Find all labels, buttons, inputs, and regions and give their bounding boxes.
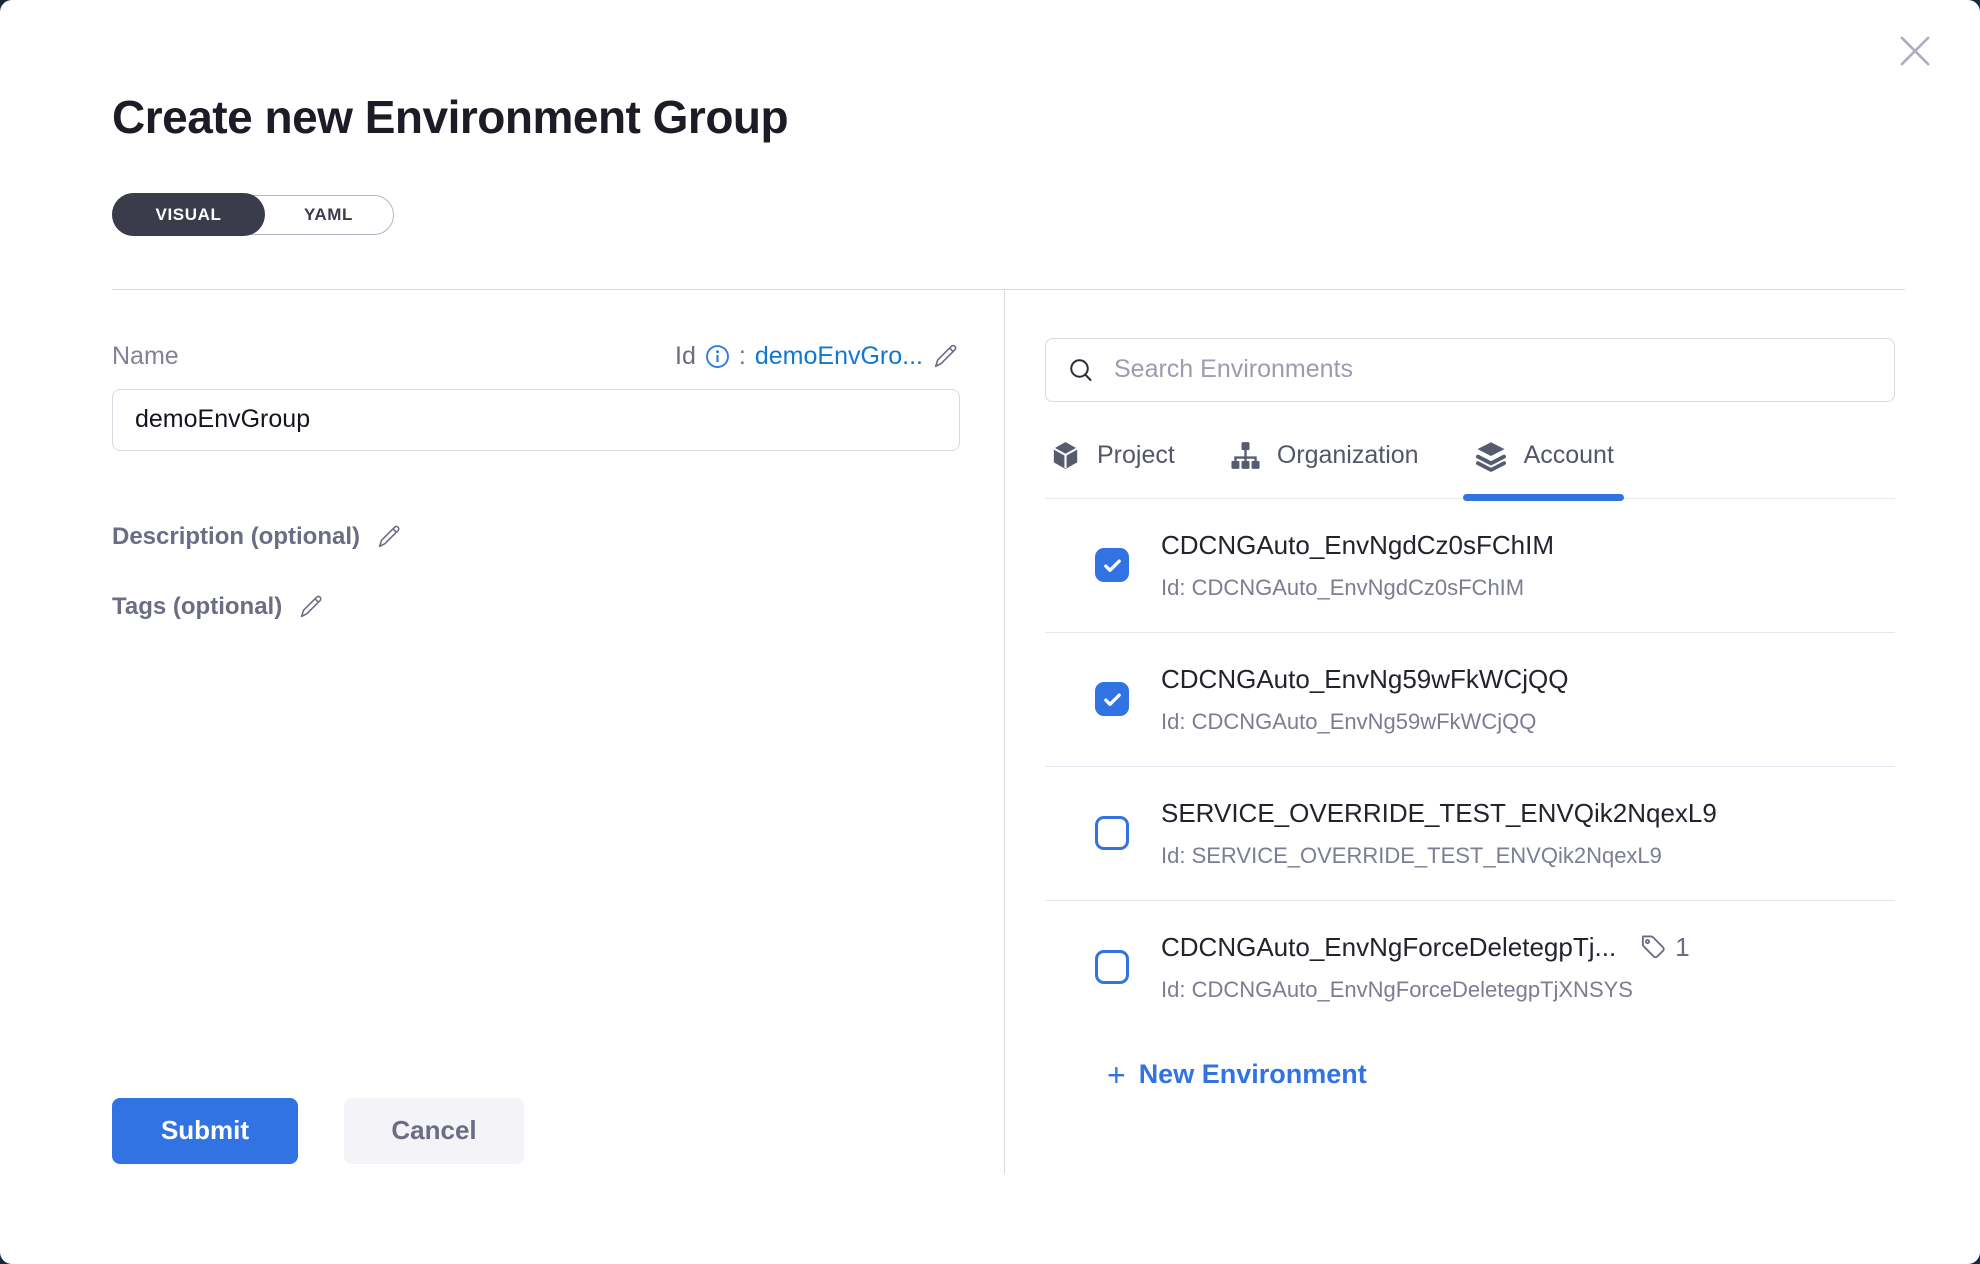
environment-id: Id: SERVICE_OVERRIDE_TEST_ENVQik2NqexL9 [1161, 843, 1895, 869]
tag-icon [1638, 932, 1668, 962]
scope-tabs: Project Organization Account [1045, 438, 1895, 499]
search-environments-input[interactable] [1112, 354, 1874, 385]
id-label: Id [675, 342, 696, 371]
environment-row[interactable]: CDCNGAuto_EnvNg59wFkWCjQQ Id: CDCNGAuto_… [1045, 633, 1895, 767]
create-environment-group-modal: Create new Environment Group VISUAL YAML… [0, 0, 1980, 1264]
toggle-visual[interactable]: VISUAL [112, 193, 266, 236]
environment-name: SERVICE_OVERRIDE_TEST_ENVQik2NqexL9 [1161, 798, 1717, 829]
environment-name: CDCNGAuto_EnvNgdCz0sFChIM [1161, 530, 1554, 561]
new-environment-button[interactable]: + New Environment [1107, 1059, 1895, 1091]
search-box [1045, 338, 1895, 402]
name-input[interactable] [112, 389, 960, 451]
edit-description-pencil-icon[interactable] [376, 523, 403, 550]
cube-icon [1049, 439, 1082, 472]
toggle-yaml[interactable]: YAML [264, 195, 393, 235]
environments-panel: Project Organization Account [1045, 290, 1895, 1174]
page-title: Create new Environment Group [112, 92, 1980, 143]
environment-list: CDCNGAuto_EnvNgdCz0sFChIM Id: CDCNGAuto_… [1045, 499, 1895, 1019]
plus-icon: + [1107, 1059, 1126, 1091]
form-column: Name Id : demoEnvGro... Description (opt… [112, 290, 960, 1174]
edit-id-pencil-icon[interactable] [932, 342, 960, 370]
info-icon[interactable] [705, 344, 730, 369]
id-value-link[interactable]: demoEnvGro... [755, 342, 923, 371]
environment-checkbox[interactable] [1095, 816, 1129, 850]
environment-checkbox[interactable] [1095, 548, 1129, 582]
id-separator: : [739, 342, 746, 371]
environment-row[interactable]: CDCNGAuto_EnvNgdCz0sFChIM Id: CDCNGAuto_… [1045, 499, 1895, 633]
tab-project[interactable]: Project [1049, 438, 1175, 498]
environment-row[interactable]: SERVICE_OVERRIDE_TEST_ENVQik2NqexL9 Id: … [1045, 767, 1895, 901]
layers-icon [1473, 438, 1509, 474]
cancel-button[interactable]: Cancel [344, 1098, 524, 1164]
tab-account[interactable]: Account [1473, 438, 1614, 498]
org-tree-icon [1229, 439, 1262, 472]
edit-tags-pencil-icon[interactable] [298, 593, 325, 620]
environment-id: Id: CDCNGAuto_EnvNgdCz0sFChIM [1161, 575, 1895, 601]
environment-id: Id: CDCNGAuto_EnvNg59wFkWCjQQ [1161, 709, 1895, 735]
search-icon [1066, 355, 1096, 385]
environment-row[interactable]: CDCNGAuto_EnvNgForceDeletegpTj... 1 Id: … [1045, 901, 1895, 1019]
environment-checkbox[interactable] [1095, 950, 1129, 984]
column-divider [1004, 290, 1005, 1174]
environment-name: CDCNGAuto_EnvNg59wFkWCjQQ [1161, 664, 1568, 695]
environment-checkbox[interactable] [1095, 682, 1129, 716]
close-icon[interactable] [1894, 30, 1936, 72]
environment-name: CDCNGAuto_EnvNgForceDeletegpTj... [1161, 932, 1616, 963]
name-label: Name [112, 342, 179, 371]
description-label: Description (optional) [112, 523, 360, 551]
tag-count-badge: 1 [1638, 932, 1689, 963]
submit-button[interactable]: Submit [112, 1098, 298, 1164]
tags-label: Tags (optional) [112, 593, 282, 621]
tab-organization[interactable]: Organization [1229, 438, 1419, 498]
environment-id: Id: CDCNGAuto_EnvNgForceDeletegpTjXNSYS [1161, 977, 1895, 1003]
visual-yaml-toggle: VISUAL YAML [112, 195, 394, 235]
